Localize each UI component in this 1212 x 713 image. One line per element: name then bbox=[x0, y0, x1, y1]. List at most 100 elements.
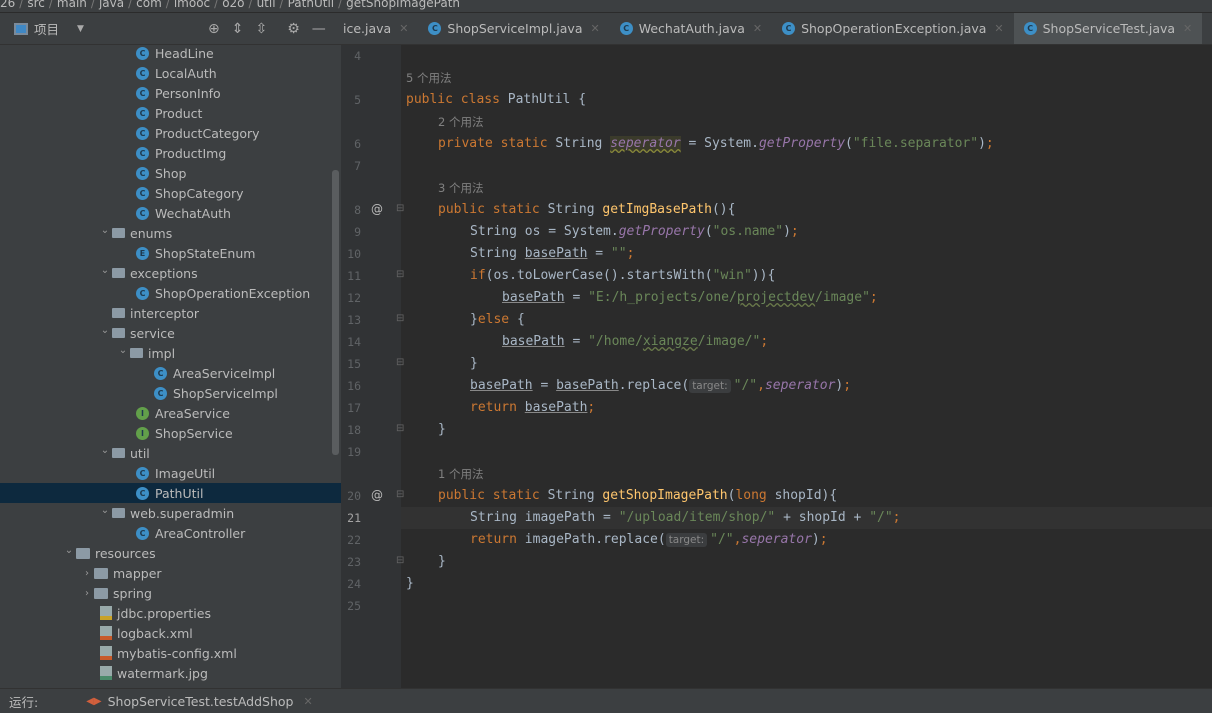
breadcrumb-item[interactable]: main bbox=[57, 0, 87, 10]
tree-item[interactable]: mybatis-config.xml bbox=[0, 643, 341, 663]
locate-icon[interactable]: ⊕ bbox=[208, 21, 220, 37]
tree-scrollbar[interactable] bbox=[332, 170, 339, 455]
fold-marker-icon[interactable]: ⊟ bbox=[396, 313, 404, 324]
override-marker-icon[interactable]: @ bbox=[371, 202, 383, 216]
breadcrumb-item[interactable]: com bbox=[136, 0, 162, 10]
close-icon[interactable]: ✕ bbox=[303, 695, 312, 708]
tree-item[interactable]: C ShopServiceImpl bbox=[0, 383, 341, 403]
breadcrumb-item[interactable]: getShopImagePath bbox=[346, 0, 460, 10]
tree-item[interactable]: C PathUtil bbox=[0, 483, 341, 503]
tree-item[interactable]: C AreaController bbox=[0, 523, 341, 543]
chevron-down-icon[interactable]: ⌄ bbox=[98, 325, 112, 336]
code-token: "win" bbox=[712, 268, 752, 283]
code-token: imagePath.replace( bbox=[524, 532, 666, 547]
usages-hint[interactable]: 1 个用法 bbox=[438, 463, 483, 485]
code-line: String imagePath = "/upload/item/shop/" … bbox=[470, 507, 901, 529]
tree-item[interactable]: interceptor bbox=[0, 303, 341, 323]
usages-hint[interactable]: 5 个用法 bbox=[406, 67, 451, 89]
breadcrumb-separator: / bbox=[90, 0, 95, 10]
fold-marker-icon[interactable]: ⊟ bbox=[396, 489, 404, 500]
chevron-down-icon[interactable]: ⌄ bbox=[62, 545, 76, 556]
tab-imageutil-java[interactable]: CImageUtil.java bbox=[1202, 13, 1212, 44]
tree-item[interactable]: C AreaServiceImpl bbox=[0, 363, 341, 383]
run-config-icon: ◀▶ bbox=[86, 695, 102, 707]
tree-item[interactable]: › spring bbox=[0, 583, 341, 603]
tree-item[interactable]: E ShopStateEnum bbox=[0, 243, 341, 263]
tree-item[interactable]: C ProductImg bbox=[0, 143, 341, 163]
tree-item[interactable]: ⌄ web.superadmin bbox=[0, 503, 341, 523]
tree-item[interactable]: I ShopService bbox=[0, 423, 341, 443]
tab-shopserviceimpl-java[interactable]: C ShopServiceImpl.java ✕ bbox=[418, 13, 609, 44]
package-icon bbox=[112, 448, 125, 458]
chevron-down-icon[interactable]: ▼ bbox=[77, 24, 84, 34]
tree-item[interactable]: ⌄ exceptions bbox=[0, 263, 341, 283]
breadcrumb-item[interactable]: java bbox=[99, 0, 124, 10]
tab-label: ShopOperationException.java bbox=[801, 21, 987, 36]
tree-item[interactable]: C HeadLine bbox=[0, 45, 341, 63]
usages-hint[interactable]: 3 个用法 bbox=[438, 177, 483, 199]
tree-item[interactable]: jdbc.properties bbox=[0, 603, 341, 623]
chevron-down-icon[interactable]: ⌄ bbox=[116, 345, 130, 356]
tree-item[interactable]: C ShopOperationException bbox=[0, 283, 341, 303]
breadcrumb-item[interactable]: imooc bbox=[174, 0, 210, 10]
project-panel-title[interactable]: 项目 bbox=[34, 19, 59, 38]
breadcrumb-item[interactable]: src bbox=[27, 0, 45, 10]
code-token: = System. bbox=[680, 136, 759, 151]
fold-marker-icon[interactable]: ⊟ bbox=[396, 269, 404, 280]
close-tab-icon[interactable]: ✕ bbox=[591, 22, 600, 35]
chevron-right-icon[interactable]: › bbox=[80, 568, 94, 579]
breadcrumb-item[interactable]: util bbox=[257, 0, 276, 10]
code-token: public static bbox=[438, 202, 548, 217]
code-editor[interactable]: 4 5 6 7 8 @ ⊟ 9 10 11 ⊟ 12 13 ⊟ 14 15 ⊟ 16 17 18 ⊟ 19 20 @ ⊟ 21 22… bbox=[341, 45, 1212, 688]
run-config-tab[interactable]: ShopServiceTest.testAddShop bbox=[108, 694, 294, 709]
tree-item[interactable]: logback.xml bbox=[0, 623, 341, 643]
tree-item[interactable]: C Shop bbox=[0, 163, 341, 183]
tree-item[interactable]: C ProductCategory bbox=[0, 123, 341, 143]
tree-item[interactable]: I AreaService bbox=[0, 403, 341, 423]
tree-item[interactable]: ⌄ enums bbox=[0, 223, 341, 243]
tab-wechatauth-java[interactable]: C WechatAuth.java ✕ bbox=[610, 13, 772, 44]
code-token: "file.separator" bbox=[852, 136, 979, 151]
tree-item[interactable]: C ImageUtil bbox=[0, 463, 341, 483]
fold-marker-icon[interactable]: ⊟ bbox=[396, 423, 404, 434]
chevron-down-icon[interactable]: ⌄ bbox=[98, 265, 112, 276]
tree-item[interactable]: ⌄ service bbox=[0, 323, 341, 343]
breadcrumb-item[interactable]: 26 bbox=[0, 0, 15, 10]
tree-item[interactable]: C WechatAuth bbox=[0, 203, 341, 223]
tree-item[interactable]: ⌄ resources bbox=[0, 543, 341, 563]
tree-item[interactable]: C Product bbox=[0, 103, 341, 123]
close-tab-icon[interactable]: ✕ bbox=[753, 22, 762, 35]
fold-marker-icon[interactable]: ⊟ bbox=[396, 203, 404, 214]
chevron-right-icon[interactable]: › bbox=[80, 588, 94, 599]
gear-icon[interactable]: ⚙ bbox=[287, 21, 300, 37]
tab-shopservicetest-java[interactable]: C ShopServiceTest.java ✕ bbox=[1013, 13, 1203, 44]
code-token: } bbox=[470, 312, 478, 327]
collapse-all-icon[interactable]: ⇳ bbox=[255, 21, 267, 37]
tree-item[interactable]: › mapper bbox=[0, 563, 341, 583]
tree-item[interactable]: C LocalAuth bbox=[0, 63, 341, 83]
override-marker-icon[interactable]: @ bbox=[371, 488, 383, 502]
tab-shopoperationexception-java[interactable]: C ShopOperationException.java ✕ bbox=[772, 13, 1014, 44]
close-tab-icon[interactable]: ✕ bbox=[1183, 22, 1192, 35]
chevron-down-icon[interactable]: ⌄ bbox=[98, 505, 112, 516]
chevron-down-icon[interactable]: ⌄ bbox=[98, 225, 112, 236]
close-tab-icon[interactable]: ✕ bbox=[994, 22, 1003, 35]
class-icon: C bbox=[619, 22, 633, 35]
breadcrumb-item[interactable]: PathUtil bbox=[288, 0, 335, 10]
chevron-down-icon[interactable]: ⌄ bbox=[98, 445, 112, 456]
close-tab-icon[interactable]: ✕ bbox=[399, 22, 408, 35]
tree-item[interactable]: ⌄ util bbox=[0, 443, 341, 463]
tree-item[interactable]: ⌄ impl bbox=[0, 343, 341, 363]
tree-item[interactable]: watermark.jpg bbox=[0, 663, 341, 683]
expand-all-icon[interactable]: ⇕ bbox=[232, 21, 244, 37]
fold-marker-icon[interactable]: ⊟ bbox=[396, 357, 404, 368]
code-line: basePath = basePath.replace(target: "/",s… bbox=[470, 375, 851, 397]
code-token: xiangze bbox=[642, 334, 698, 349]
fold-marker-icon[interactable]: ⊟ bbox=[396, 555, 404, 566]
minimize-icon[interactable]: — bbox=[312, 21, 326, 37]
tab-ice-java[interactable]: ice.java ✕ bbox=[341, 13, 418, 44]
tree-item[interactable]: C ShopCategory bbox=[0, 183, 341, 203]
usages-hint[interactable]: 2 个用法 bbox=[438, 111, 483, 133]
tree-item[interactable]: C PersonInfo bbox=[0, 83, 341, 103]
breadcrumb-item[interactable]: o2o bbox=[222, 0, 244, 10]
